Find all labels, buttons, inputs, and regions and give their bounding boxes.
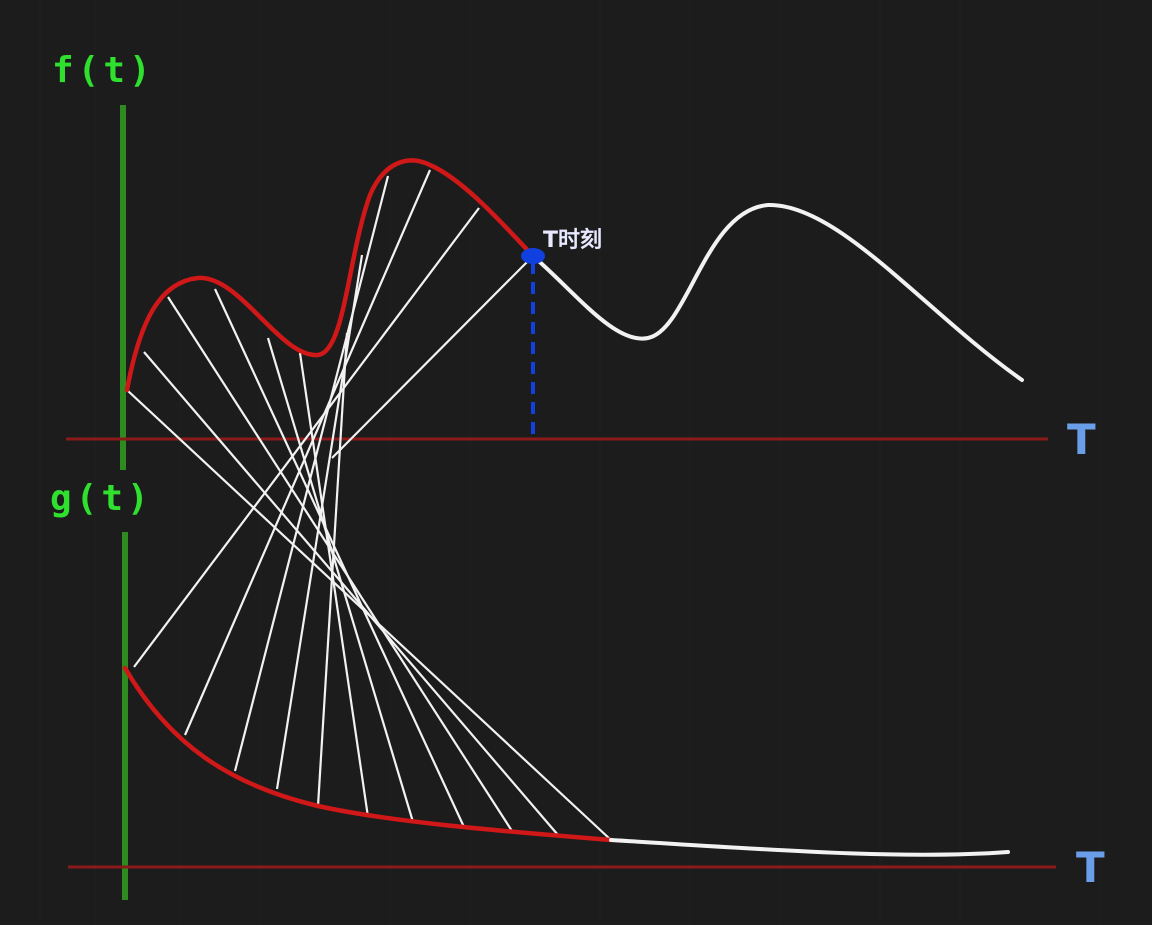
background-texture (39, 0, 1101, 925)
convolution-diagram: f(t) g(t) T T T时刻 (0, 0, 1152, 925)
f-curve (531, 202, 1024, 382)
t-axis-label-top: T (1067, 415, 1096, 464)
f-axis-label: f(t) (52, 50, 155, 91)
g-curve (609, 838, 1010, 857)
g-curve-highlight (122, 665, 614, 843)
t-axis-label-bottom: T (1076, 843, 1105, 892)
conv-line (233, 175, 390, 772)
g-axis-label: g(t) (50, 478, 153, 519)
diagram-canvas (39, 0, 1101, 925)
conv-line (214, 288, 465, 828)
f-curve-highlight (124, 158, 536, 393)
convolution-lines (126, 169, 612, 841)
conv-line (143, 351, 559, 836)
conv-line (183, 169, 432, 736)
conv-line (331, 255, 534, 459)
t-moment-label: T时刻 (543, 228, 603, 253)
conv-line (266, 337, 415, 823)
t-moment-dot (521, 248, 545, 264)
